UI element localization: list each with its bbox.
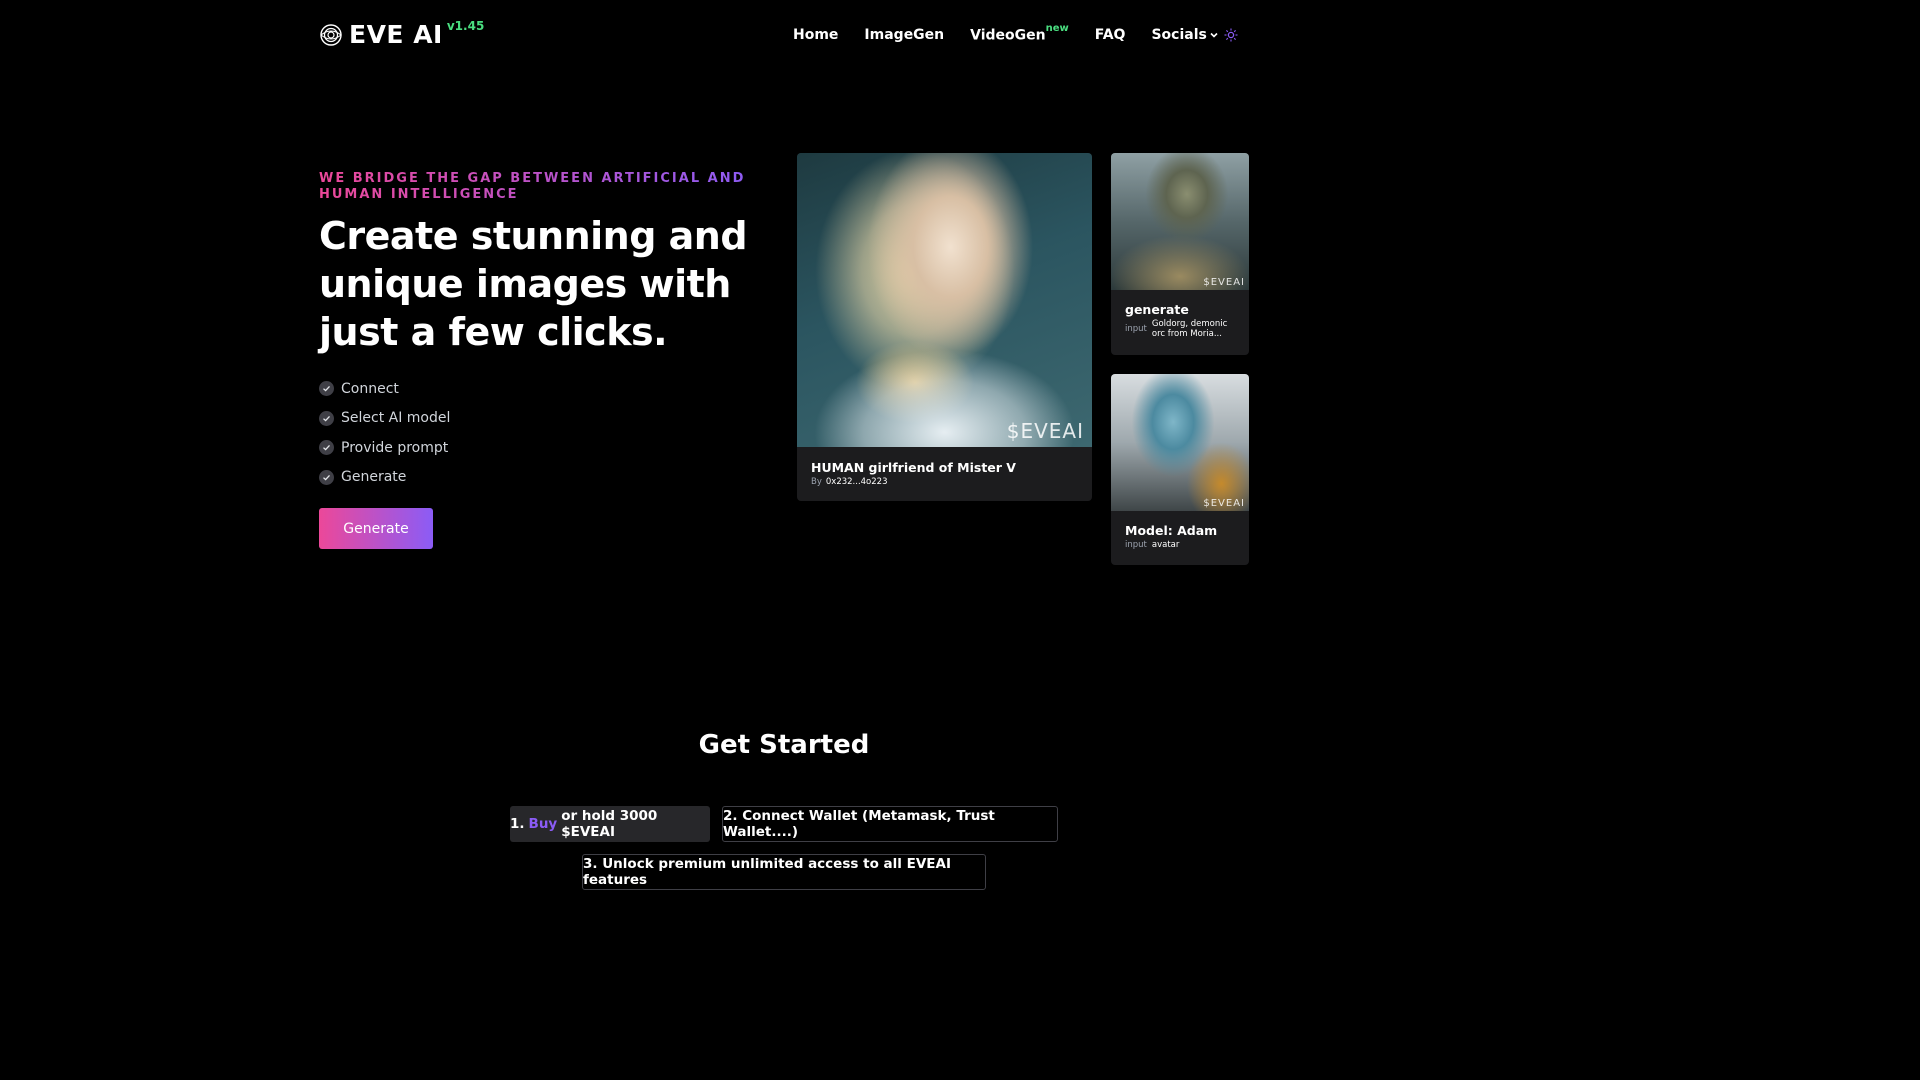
chevron-down-icon <box>1210 32 1218 38</box>
main-menu: Home ImageGen VideoGennew FAQ Socials <box>793 23 1245 44</box>
gallery-card-orc[interactable]: $EVEAI generate input Goldorg, demonic o… <box>1111 153 1249 355</box>
step-number: 1. <box>510 816 525 832</box>
card-input: input avatar <box>1125 540 1179 550</box>
step-label: Generate <box>341 469 407 486</box>
step-label: Provide prompt <box>341 439 449 456</box>
step-item: Generate <box>319 463 450 493</box>
input-value: Goldorg, demonic orc from Moria... <box>1151 319 1228 339</box>
hero-headline: Create stunning and unique images with j… <box>319 214 748 354</box>
hero-tagline: WE BRIDGE THE GAP BETWEEN ARTIFICIAL AND… <box>319 171 759 203</box>
step-text: or hold 3000 $EVEAI <box>561 808 658 840</box>
brand-name: EVE AI <box>349 20 443 49</box>
step-item: Connect <box>319 374 450 404</box>
gallery-card-main[interactable]: $EVEAI HUMAN girlfriend of Mister V By 0… <box>797 153 1092 501</box>
check-circle-icon <box>319 469 334 485</box>
check-circle-icon <box>319 410 334 426</box>
step-buy-pill: 1. Buy or hold 3000 $EVEAI <box>510 806 710 842</box>
card-input: input Goldorg, demonic orc from Moria... <box>1125 319 1238 339</box>
card-author: By 0x232...4o223 <box>811 477 887 487</box>
nav-videogen-label: VideoGen <box>970 27 1046 44</box>
check-circle-icon <box>319 440 334 456</box>
check-circle-icon <box>319 381 334 397</box>
connect-wallet-pill[interactable]: 2. Connect Wallet (Metamask, Trust Walle… <box>722 806 1058 842</box>
card-title: Model: Adam <box>1125 523 1218 538</box>
eye-spiral-icon <box>320 23 342 46</box>
unlock-premium-pill[interactable]: 3. Unlock premium unlimited access to al… <box>582 854 986 890</box>
gallery-card-adam[interactable]: $EVEAI Model: Adam input avatar <box>1111 374 1249 565</box>
generated-image: $EVEAI <box>797 153 1092 447</box>
input-label: input <box>1125 324 1147 334</box>
buy-link[interactable]: Buy <box>529 816 558 832</box>
sun-icon[interactable] <box>1224 28 1238 42</box>
generate-button[interactable]: Generate <box>319 508 433 549</box>
step-item: Provide prompt <box>319 433 450 463</box>
nav-home[interactable]: Home <box>793 27 838 43</box>
author-address: 0x232...4o223 <box>825 477 888 487</box>
watermark: $EVEAI <box>1006 419 1084 443</box>
step-label: Select AI model <box>341 410 451 427</box>
card-title: generate <box>1125 302 1189 317</box>
input-value: avatar <box>1151 540 1180 550</box>
card-title: HUMAN girlfriend of Mister V <box>811 460 1016 475</box>
input-label: input <box>1125 540 1147 550</box>
nav-socials-label: Socials <box>1151 26 1207 43</box>
watermark: $EVEAI <box>1203 277 1245 288</box>
get-started-title: Get Started <box>698 730 870 760</box>
nav-imagegen[interactable]: ImageGen <box>864 27 944 43</box>
watermark: $EVEAI <box>1203 498 1245 509</box>
generated-image: $EVEAI <box>1111 374 1249 511</box>
nav-videogen[interactable]: VideoGennew <box>970 23 1069 44</box>
brand-logo[interactable]: EVE AI v1.45 <box>319 18 485 49</box>
step-item: Select AI model <box>319 404 450 434</box>
top-nav: EVE AI v1.45 Home ImageGen VideoGennew F… <box>0 0 1568 72</box>
generated-image: $EVEAI <box>1111 153 1249 290</box>
by-label: By <box>811 477 822 487</box>
new-badge: new <box>1045 23 1069 34</box>
steps-list: Connect Select AI model Provide prompt G… <box>319 374 450 492</box>
version-badge: v1.45 <box>446 18 485 33</box>
step-label: Connect <box>341 380 399 397</box>
nav-socials[interactable]: Socials <box>1151 27 1218 43</box>
nav-faq[interactable]: FAQ <box>1095 27 1126 43</box>
